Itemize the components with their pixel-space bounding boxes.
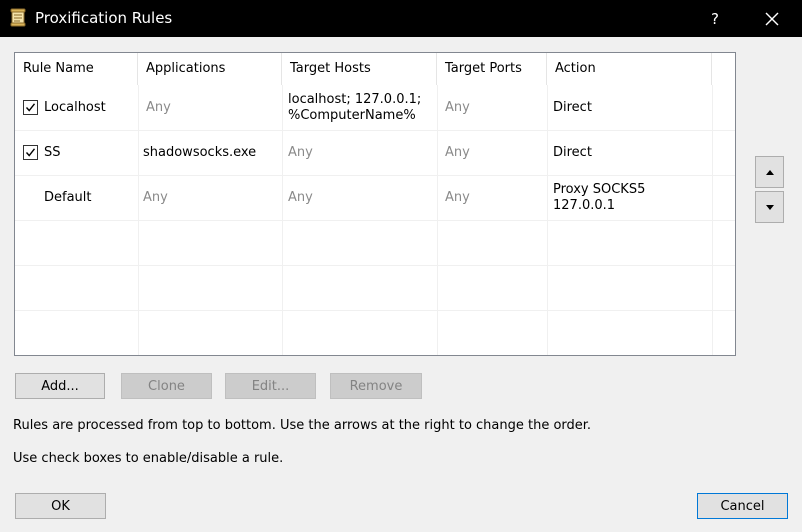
column-header-applications[interactable]: Applications: [138, 53, 282, 85]
target-ports-cell: Any: [445, 144, 470, 160]
grid-line: [15, 265, 735, 266]
rule-name: Default: [44, 189, 92, 205]
target-hosts-cell: localhost; 127.0.0.1; %ComputerName%: [288, 91, 422, 123]
target-hosts-cell: Any: [288, 144, 313, 160]
close-icon: [765, 12, 779, 25]
target-ports-cell: Any: [445, 99, 470, 115]
proxification-rules-dialog: Proxification Rules ? Rule Name Applicat…: [0, 0, 802, 532]
action-cell: Proxy SOCKS5 127.0.0.1: [553, 181, 646, 213]
rule-enabled-checkbox[interactable]: [23, 145, 38, 160]
move-up-button[interactable]: [755, 156, 784, 188]
rules-table[interactable]: Rule Name Applications Target Hosts Targ…: [14, 52, 736, 356]
applications-cell: shadowsocks.exe: [143, 144, 257, 160]
action-cell: Direct: [553, 99, 592, 115]
applications-cell: Any: [146, 99, 171, 115]
grid-line: [15, 220, 735, 221]
rule-name: Localhost: [44, 99, 106, 115]
rule-name-cell: Default: [15, 175, 138, 220]
info-text-order: Rules are processed from top to bottom. …: [13, 418, 592, 433]
table-row[interactable]: Default Any Any Any Proxy SOCKS5 127.0.0…: [15, 175, 735, 220]
checkmark-icon: [25, 103, 36, 112]
rule-name: SS: [44, 144, 61, 160]
cancel-button[interactable]: Cancel: [697, 493, 788, 519]
table-header: Rule Name Applications Target Hosts Targ…: [15, 53, 735, 85]
column-header-target-ports[interactable]: Target Ports: [437, 53, 547, 85]
column-header-target-hosts[interactable]: Target Hosts: [282, 53, 437, 85]
add-button[interactable]: Add...: [15, 373, 105, 399]
window-title: Proxification Rules: [35, 9, 173, 27]
action-cell: Direct: [553, 144, 592, 160]
help-button[interactable]: ?: [693, 0, 737, 37]
triangle-down-icon: [765, 204, 774, 210]
remove-button[interactable]: Remove: [330, 373, 422, 399]
target-ports-cell: Any: [445, 189, 470, 205]
clone-button[interactable]: Clone: [121, 373, 212, 399]
title-bar: Proxification Rules ?: [0, 0, 802, 37]
applications-cell: Any: [143, 189, 168, 205]
rule-name-cell: SS: [15, 130, 138, 175]
edit-button[interactable]: Edit...: [225, 373, 316, 399]
grid-line: [15, 310, 735, 311]
target-hosts-cell: Any: [288, 189, 313, 205]
scroll-icon: [10, 8, 27, 27]
ok-button[interactable]: OK: [15, 493, 106, 519]
column-header-rule-name[interactable]: Rule Name: [15, 53, 138, 85]
triangle-up-icon: [765, 169, 774, 175]
column-header-action[interactable]: Action: [547, 53, 712, 85]
info-text-checkboxes: Use check boxes to enable/disable a rule…: [13, 451, 284, 466]
move-down-button[interactable]: [755, 191, 784, 223]
close-button[interactable]: [750, 0, 794, 37]
checkmark-icon: [25, 148, 36, 157]
rule-enabled-checkbox[interactable]: [23, 100, 38, 115]
table-row[interactable]: Localhost Any localhost; 127.0.0.1; %Com…: [15, 85, 735, 130]
rule-name-cell: Localhost: [15, 85, 138, 130]
table-row[interactable]: SS shadowsocks.exe Any Any Direct: [15, 130, 735, 175]
